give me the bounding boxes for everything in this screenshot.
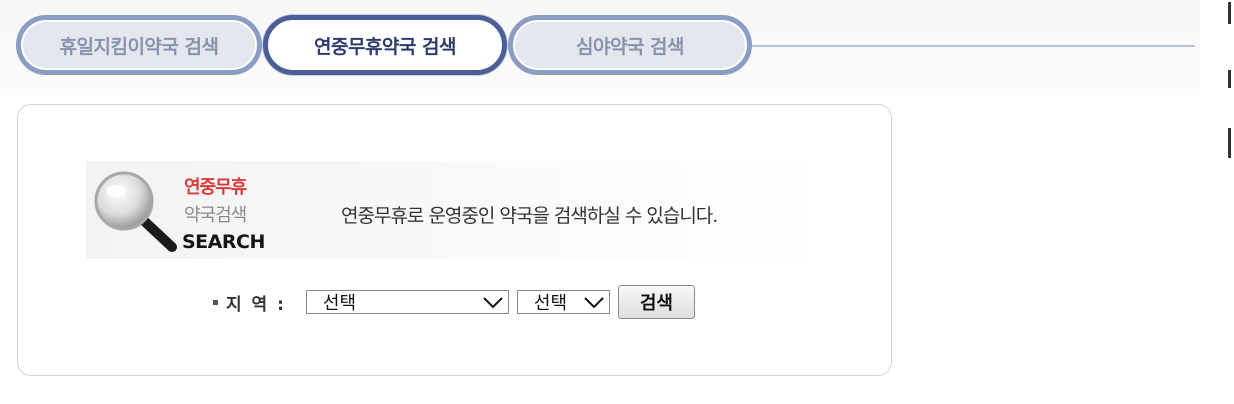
edge-mark xyxy=(1228,2,1231,24)
region-select-primary[interactable]: 선택 xyxy=(305,290,509,314)
edge-mark xyxy=(1228,70,1231,88)
tab-night-pharmacy-label: 심야약국 검색 xyxy=(576,35,685,58)
banner-description: 연중무휴로 운영중인 약국을 검색하실 수 있습니다. xyxy=(341,205,718,227)
search-banner: 연중무휴 약국검색 SEARCH 연중무휴로 운영중인 약국을 검색하실 수 있… xyxy=(86,161,824,259)
tab-holiday-pharmacy-label: 휴일지킴이약국 검색 xyxy=(59,35,219,58)
search-form: 지 역 : 선택 선택 검색 xyxy=(213,285,695,319)
region-select-secondary[interactable]: 선택 xyxy=(516,290,610,314)
bullet-icon xyxy=(213,299,218,305)
tab-yearround-pharmacy[interactable]: 연중무휴약국 검색 xyxy=(263,15,507,75)
tab-divider-line xyxy=(740,45,1195,47)
banner-title-search: SEARCH xyxy=(182,231,265,253)
tab-holiday-pharmacy[interactable]: 휴일지킴이약국 검색 xyxy=(16,15,262,75)
tab-bar: 휴일지킴이약국 검색 연중무휴약국 검색 심야약국 검색 xyxy=(0,0,1200,95)
tab-night-pharmacy[interactable]: 심야약국 검색 xyxy=(508,15,752,75)
region-label: 지 역 : xyxy=(226,294,286,315)
search-panel: 연중무휴 약국검색 SEARCH 연중무휴로 운영중인 약국을 검색하실 수 있… xyxy=(17,104,892,376)
banner-title-gray: 약국검색 xyxy=(184,205,247,226)
banner-title-red: 연중무휴 xyxy=(184,177,247,198)
magnifier-icon xyxy=(94,171,177,252)
tab-yearround-pharmacy-label: 연중무휴약국 검색 xyxy=(314,35,456,58)
chevron-down-icon xyxy=(483,297,503,309)
chevron-down-icon xyxy=(584,297,604,309)
edge-mark xyxy=(1228,128,1231,158)
search-button[interactable]: 검색 xyxy=(617,285,695,319)
region-select-primary-value: 선택 xyxy=(322,293,357,314)
region-select-secondary-value: 선택 xyxy=(533,293,568,314)
